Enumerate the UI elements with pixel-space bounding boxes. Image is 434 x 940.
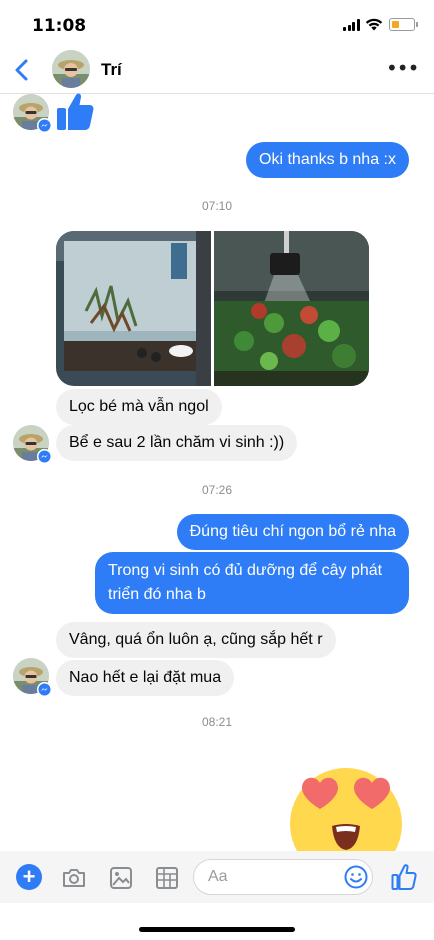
- aquarium-image: [56, 231, 211, 386]
- message-outgoing[interactable]: Trong vi sinh có đủ dưỡng để cây phát tr…: [95, 552, 409, 614]
- timestamp: 08:21: [201, 715, 233, 729]
- message-outgoing[interactable]: Oki thanks b nha :x: [246, 142, 409, 178]
- messenger-badge-icon: [37, 118, 52, 133]
- camera-icon[interactable]: [61, 865, 87, 891]
- photo-icon[interactable]: [108, 865, 134, 891]
- timestamp: 07:10: [201, 199, 233, 213]
- contact-name[interactable]: Trí: [101, 60, 122, 80]
- sender-avatar[interactable]: [13, 658, 52, 697]
- more-options-button[interactable]: •••: [386, 56, 419, 84]
- person-photo-icon: [52, 50, 90, 88]
- timestamp: 07:26: [201, 483, 233, 497]
- message-incoming[interactable]: Lọc bé mà vẫn ngol: [56, 389, 222, 425]
- plus-icon[interactable]: +: [16, 864, 42, 890]
- aquarium-photo-2[interactable]: [214, 231, 369, 386]
- like-icon[interactable]: [391, 863, 417, 891]
- sender-avatar[interactable]: [13, 94, 52, 133]
- sender-avatar[interactable]: [13, 425, 52, 464]
- wifi-icon: [365, 18, 383, 31]
- message-incoming[interactable]: Nao hết e lại đặt mua: [56, 660, 235, 696]
- chat-header: Trí •••: [0, 48, 434, 94]
- signal-icon: [343, 19, 361, 31]
- message-composer: +: [0, 851, 434, 903]
- aquarium-image: [214, 231, 369, 386]
- home-indicator[interactable]: [139, 927, 295, 932]
- home-indicator-area: [0, 903, 434, 940]
- emoji-icon[interactable]: [344, 865, 368, 889]
- thumbs-up-icon: [57, 93, 94, 130]
- messenger-badge-icon: [37, 682, 52, 697]
- aquarium-photo-1[interactable]: [56, 231, 211, 386]
- battery-icon: [389, 18, 418, 31]
- status-bar: 11:08: [0, 0, 434, 48]
- message-outgoing[interactable]: Đúng tiêu chí ngon bổ rẻ nha: [176, 514, 409, 550]
- sticker-icon[interactable]: [154, 865, 180, 891]
- message-incoming[interactable]: Bể e sau 2 lần chăm vi sinh :)): [56, 425, 298, 461]
- contact-avatar[interactable]: [52, 50, 90, 88]
- status-time: 11:08: [32, 16, 87, 36]
- message-incoming[interactable]: Vâng, quá ổn luôn ạ, cũng sắp hết r: [56, 622, 336, 658]
- messenger-badge-icon: [37, 449, 52, 464]
- back-button[interactable]: [8, 55, 38, 85]
